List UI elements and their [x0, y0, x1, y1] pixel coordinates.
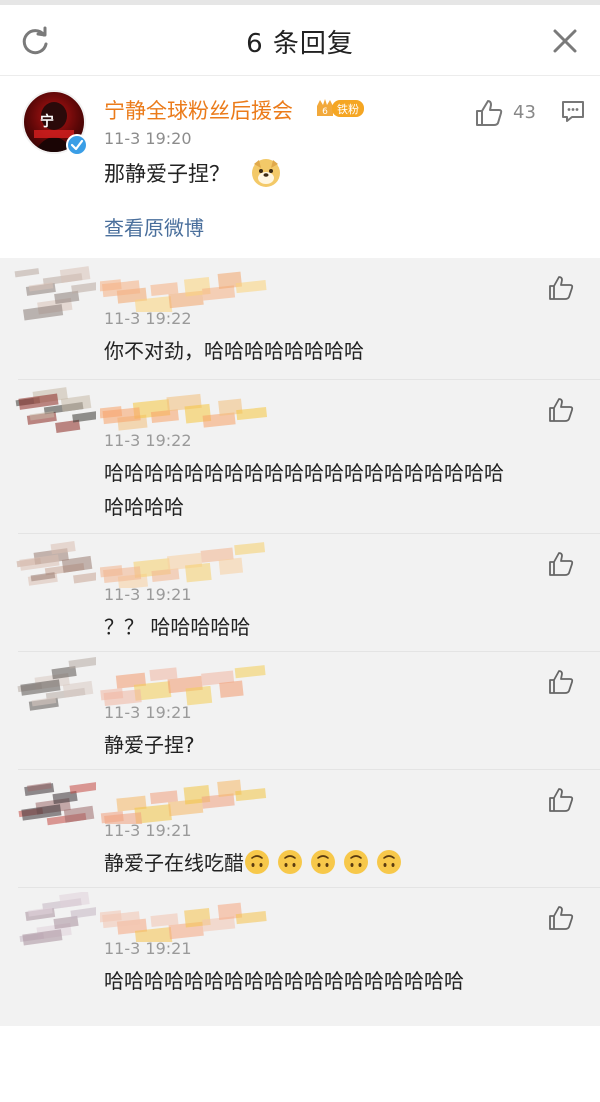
reply-username-blurred[interactable] [100, 896, 280, 942]
reply-text-line: ？？ 哈哈哈哈哈 [104, 615, 251, 639]
reply-like-icon[interactable] [547, 550, 575, 578]
fan-level: 6 [322, 107, 328, 117]
reply-text: ？？ 哈哈哈哈哈 [104, 610, 574, 644]
reply-like-icon[interactable] [547, 904, 575, 932]
reply-like-icon[interactable] [547, 786, 575, 814]
reply-text: 哈哈哈哈哈哈哈哈哈哈哈哈哈哈哈哈哈哈 [104, 964, 574, 998]
comment-icon[interactable] [560, 98, 586, 124]
post-text: 那静爱子捏？ [104, 162, 230, 186]
doge-emoji [252, 159, 280, 187]
reply-avatar-blurred[interactable] [14, 538, 96, 600]
reply-item: 11-3 19:21 静爱子在线吃醋 [0, 770, 600, 888]
emoji-group [244, 850, 409, 875]
reply-text: 静爱子在线吃醋 [104, 846, 574, 880]
upside-down-face-icon [245, 850, 269, 874]
reply-avatar-blurred[interactable] [14, 774, 96, 836]
reply-item: 11-3 19:21 ？？ 哈哈哈哈哈 [0, 534, 600, 652]
reply-item: 11-3 19:21 静爱子捏? [0, 652, 600, 770]
reply-item: 11-3 19:22 哈哈哈哈哈哈哈哈哈哈哈哈哈哈哈哈哈哈哈哈 哈哈哈哈 [0, 380, 600, 534]
reply-time: 11-3 19:21 [104, 821, 192, 840]
upside-down-face-icon [278, 850, 302, 874]
verified-icon [66, 134, 88, 156]
reply-like-icon[interactable] [547, 274, 575, 302]
upside-down-face-icon [311, 850, 335, 874]
reply-username-blurred[interactable] [100, 388, 280, 434]
reply-text-line: 哈哈哈哈 [104, 495, 184, 519]
reply-username-blurred[interactable] [100, 660, 280, 706]
upside-down-face-icon [344, 850, 368, 874]
reply-avatar-blurred[interactable] [14, 892, 96, 954]
reply-item: 11-3 19:21 哈哈哈哈哈哈哈哈哈哈哈哈哈哈哈哈哈哈 [0, 888, 600, 1026]
reply-item: 11-3 19:22 你不对劲，哈哈哈哈哈哈哈哈 [0, 258, 600, 380]
reply-username-blurred[interactable] [100, 266, 280, 312]
main-comment: 宁 宁静全球粉丝后援会 6 铁粉 11-3 19:20 那静爱子捏？ 查看原微博… [0, 76, 600, 258]
fan-badge: 6 铁粉 [317, 99, 364, 117]
reply-like-icon[interactable] [547, 668, 575, 696]
like-icon[interactable] [474, 98, 504, 128]
reply-like-icon[interactable] [547, 396, 575, 424]
like-count: 43 [513, 102, 536, 123]
reply-time: 11-3 19:21 [104, 703, 192, 722]
author-name[interactable]: 宁静全球粉丝后援会 [104, 95, 293, 125]
close-icon[interactable] [548, 24, 582, 58]
reply-text: 哈哈哈哈哈哈哈哈哈哈哈哈哈哈哈哈哈哈哈哈 哈哈哈哈 [104, 456, 574, 524]
reply-time: 11-3 19:21 [104, 585, 192, 604]
reply-list: 11-3 19:22 你不对劲，哈哈哈哈哈哈哈哈 11-3 19:22 哈哈哈哈哈哈哈… [0, 258, 600, 1026]
upside-down-face-icon [377, 850, 401, 874]
reply-time: 11-3 19:21 [104, 939, 192, 958]
fan-badge-label: 铁粉 [337, 103, 359, 116]
reply-text-line: 哈哈哈哈哈哈哈哈哈哈哈哈哈哈哈哈哈哈 [104, 969, 464, 993]
reply-text-line: 你不对劲，哈哈哈哈哈哈哈哈 [104, 339, 364, 363]
reply-text-line: 哈哈哈哈哈哈哈哈哈哈哈哈哈哈哈哈哈哈哈哈 [104, 461, 504, 485]
reply-text-line: 静爱子在线吃醋 [104, 846, 574, 880]
reply-text-line: 静爱子捏? [104, 733, 195, 757]
reply-username-blurred[interactable] [100, 542, 280, 588]
reply-avatar-blurred[interactable] [14, 384, 96, 446]
reply-text: 你不对劲，哈哈哈哈哈哈哈哈 [104, 334, 574, 368]
avatar-text: 宁 [40, 113, 54, 130]
author-avatar[interactable]: 宁 [22, 90, 88, 156]
reply-time: 11-3 19:22 [104, 431, 192, 450]
header-bar: 6 条回复 [0, 5, 600, 76]
reply-avatar-blurred[interactable] [14, 262, 96, 324]
post-time: 11-3 19:20 [104, 129, 192, 148]
reply-avatar-blurred[interactable] [14, 656, 96, 718]
view-original-link[interactable]: 查看原微博 [104, 212, 204, 241]
reply-time: 11-3 19:22 [104, 309, 192, 328]
page-title: 6 条回复 [246, 29, 354, 59]
reply-text: 静爱子捏? [104, 728, 574, 762]
reply-username-blurred[interactable] [100, 778, 280, 824]
